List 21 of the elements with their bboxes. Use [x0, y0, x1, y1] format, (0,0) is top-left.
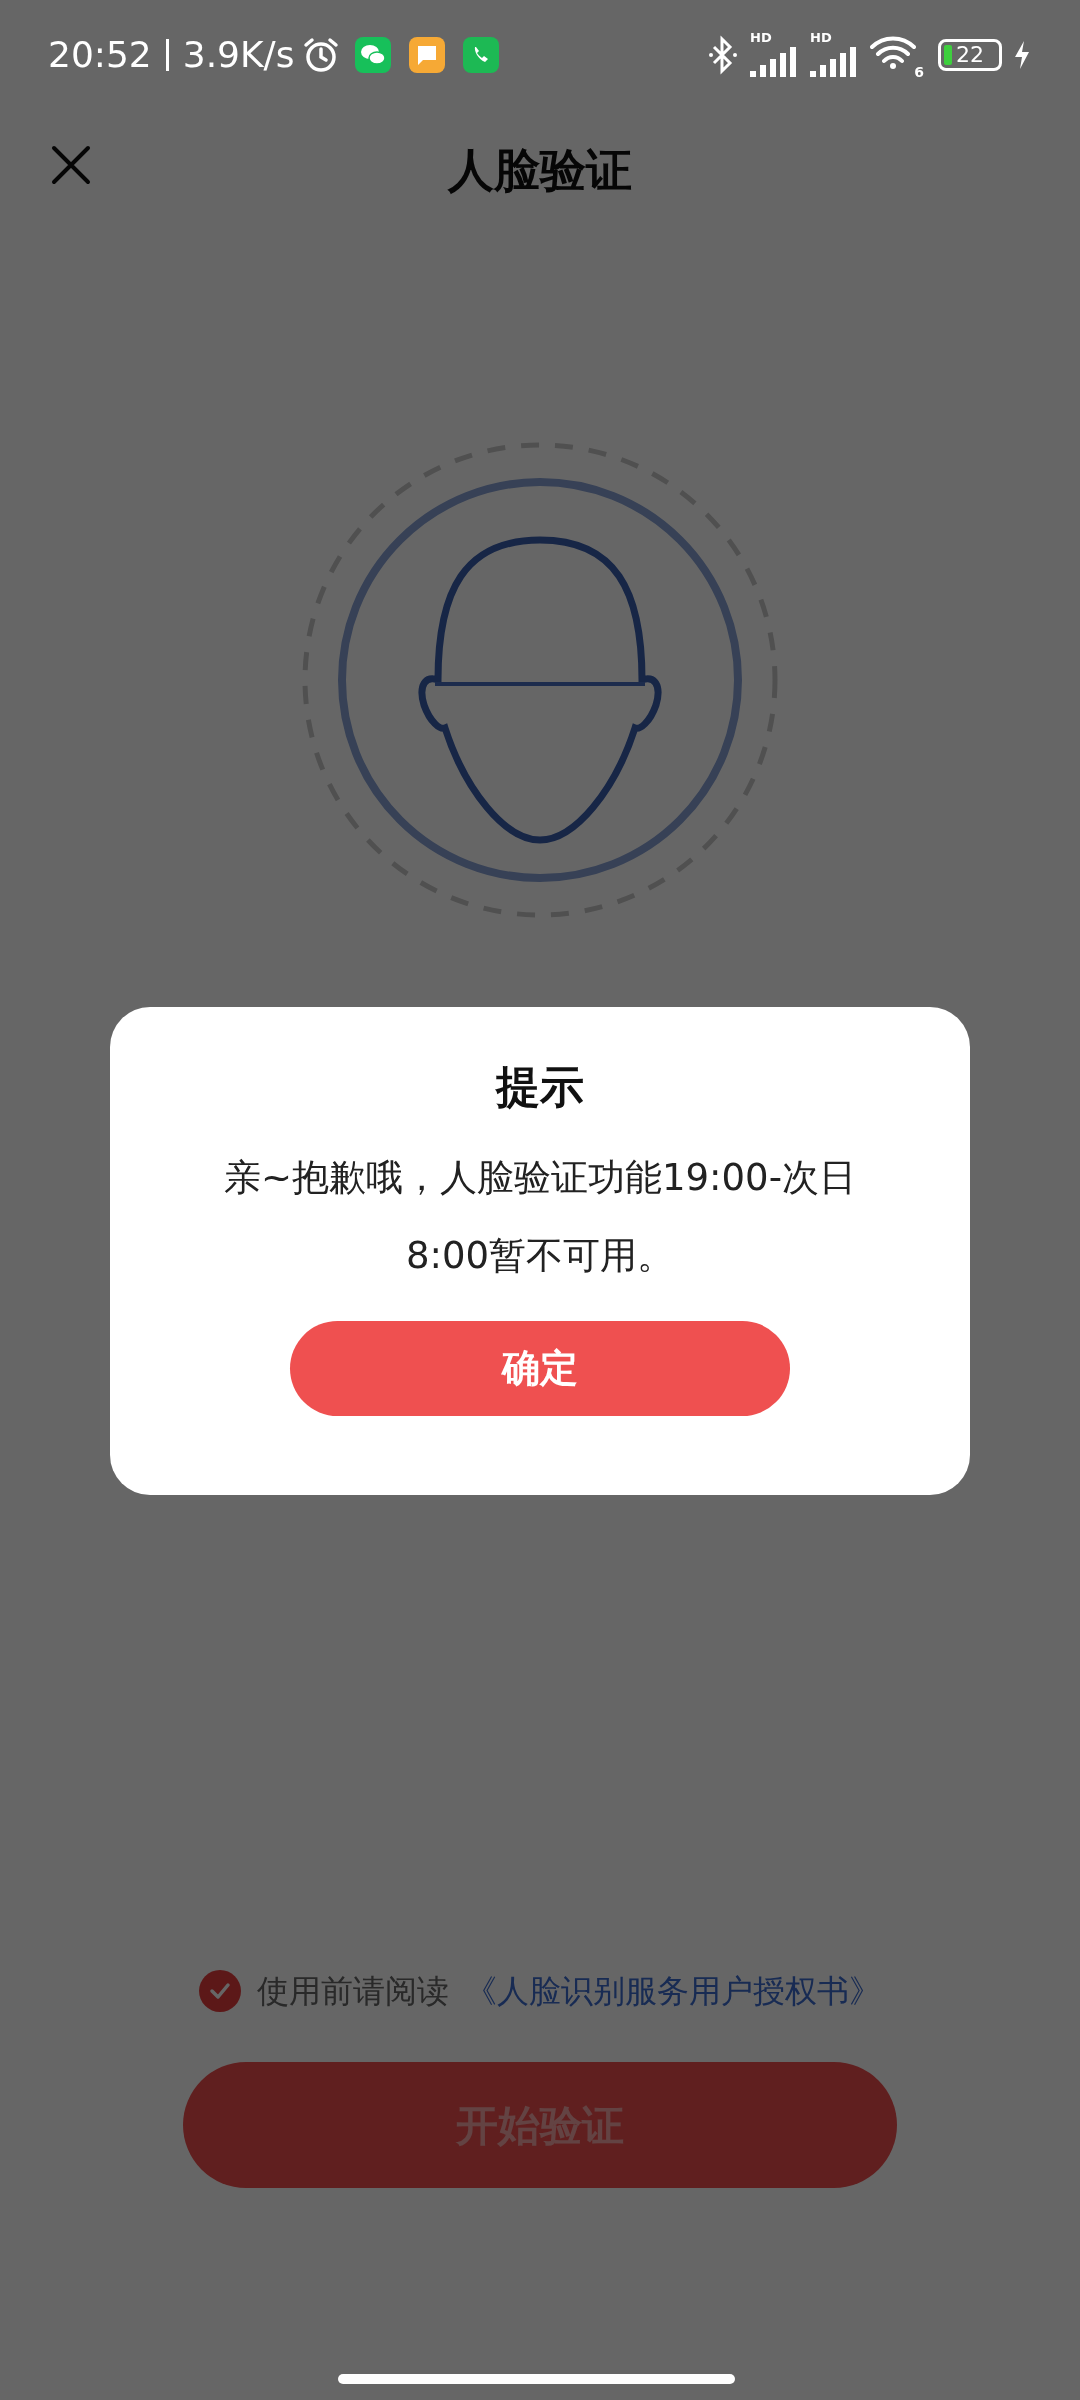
agreement-checkbox[interactable] [199, 1970, 241, 2012]
message-app-icon [408, 37, 445, 73]
phone-app-icon [462, 37, 499, 73]
status-time: 20:52 [48, 33, 152, 77]
agreement-link[interactable]: 《人脸识别服务用户授权书》 [465, 1967, 881, 2015]
battery-charge-bar [944, 45, 952, 65]
consent-text: 使用前请阅读 [257, 1971, 449, 2012]
page-title: 人脸验证 [448, 141, 632, 199]
dialog-message: 亲~抱歉哦，人脸验证功能19:00-次日8:00暂不可用。 [223, 1155, 857, 1279]
charging-icon [1012, 39, 1032, 71]
signal-type-label: HD [750, 31, 772, 44]
chat-app-icon [354, 37, 391, 73]
dialog-title: 提示 [496, 1065, 584, 1109]
battery-level: 22 [956, 44, 984, 66]
wifi-icon [870, 35, 916, 69]
wifi-generation-label: 6 [914, 65, 924, 79]
network-speed: 3.9K/s [182, 33, 295, 77]
confirm-button[interactable]: 确定 [290, 1321, 790, 1416]
bluetooth-icon [708, 35, 738, 75]
close-icon [51, 145, 91, 185]
signal-type-label: HD [810, 31, 832, 44]
